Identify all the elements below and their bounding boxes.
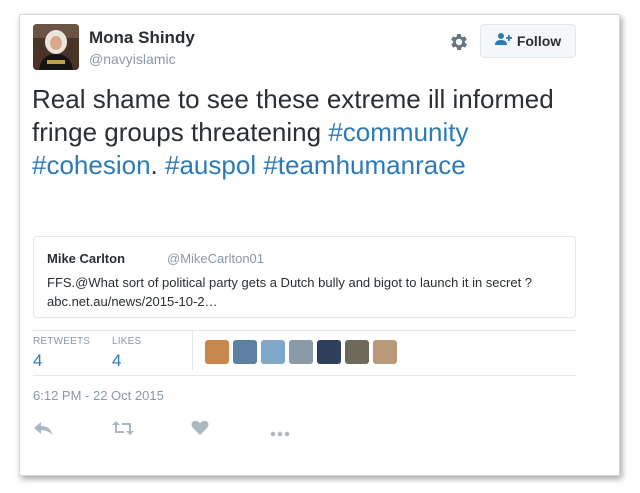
liker-avatar[interactable] (317, 340, 341, 364)
retweets-label: RETWEETS (33, 336, 91, 347)
author-name[interactable]: Mona Shindy (89, 28, 195, 48)
tweet-text: Real shame to see these extreme ill info… (32, 83, 572, 182)
tweet-punctuation: . (150, 150, 158, 180)
divider-top (33, 330, 576, 331)
stats-divider (192, 330, 193, 370)
tweet-body: Real shame to see these extreme ill info… (32, 84, 554, 147)
follow-person-plus-icon (494, 32, 513, 51)
author-avatar[interactable] (33, 24, 79, 70)
follow-button[interactable]: Follow (480, 24, 576, 58)
retweets-count[interactable]: 4 (33, 351, 42, 371)
quoted-author-handle: @MikeCarlton01 (167, 251, 265, 266)
likes-count[interactable]: 4 (112, 351, 121, 371)
settings-gear-icon[interactable] (448, 31, 470, 53)
quoted-author-name: Mike Carlton (47, 251, 126, 266)
reply-icon[interactable] (33, 420, 53, 441)
likes-label: LIKES (112, 336, 142, 347)
retweet-icon[interactable] (112, 420, 134, 441)
liker-avatar[interactable] (289, 340, 313, 364)
liker-avatar[interactable] (233, 340, 257, 364)
liker-avatars (205, 340, 397, 364)
follow-button-label: Follow (516, 33, 562, 49)
quoted-body: FFS.@What sort of political party gets a… (47, 275, 533, 290)
liker-avatar[interactable] (373, 340, 397, 364)
quoted-text: FFS.@What sort of political party gets a… (47, 273, 567, 311)
divider-bottom (33, 375, 576, 376)
more-icon[interactable] (270, 424, 290, 442)
author-handle[interactable]: @navyislamic (89, 51, 176, 67)
liker-avatar[interactable] (261, 340, 285, 364)
hashtag-cohesion[interactable]: #cohesion (32, 150, 151, 180)
tweet-timestamp[interactable]: 6:12 PM - 22 Oct 2015 (33, 388, 164, 403)
quoted-link[interactable]: abc.net.au/news/2015-10-2… (47, 292, 567, 311)
hashtag-community[interactable]: #community (328, 117, 468, 147)
quoted-tweet[interactable]: Mike Carlton @MikeCarlton01 FFS.@What so… (33, 236, 576, 318)
hashtag-teamhumanrace[interactable]: #teamhumanrace (263, 150, 465, 180)
liker-avatar[interactable] (205, 340, 229, 364)
liker-avatar[interactable] (345, 340, 369, 364)
like-heart-icon[interactable] (191, 420, 209, 441)
hashtag-auspol[interactable]: #auspol (165, 150, 256, 180)
